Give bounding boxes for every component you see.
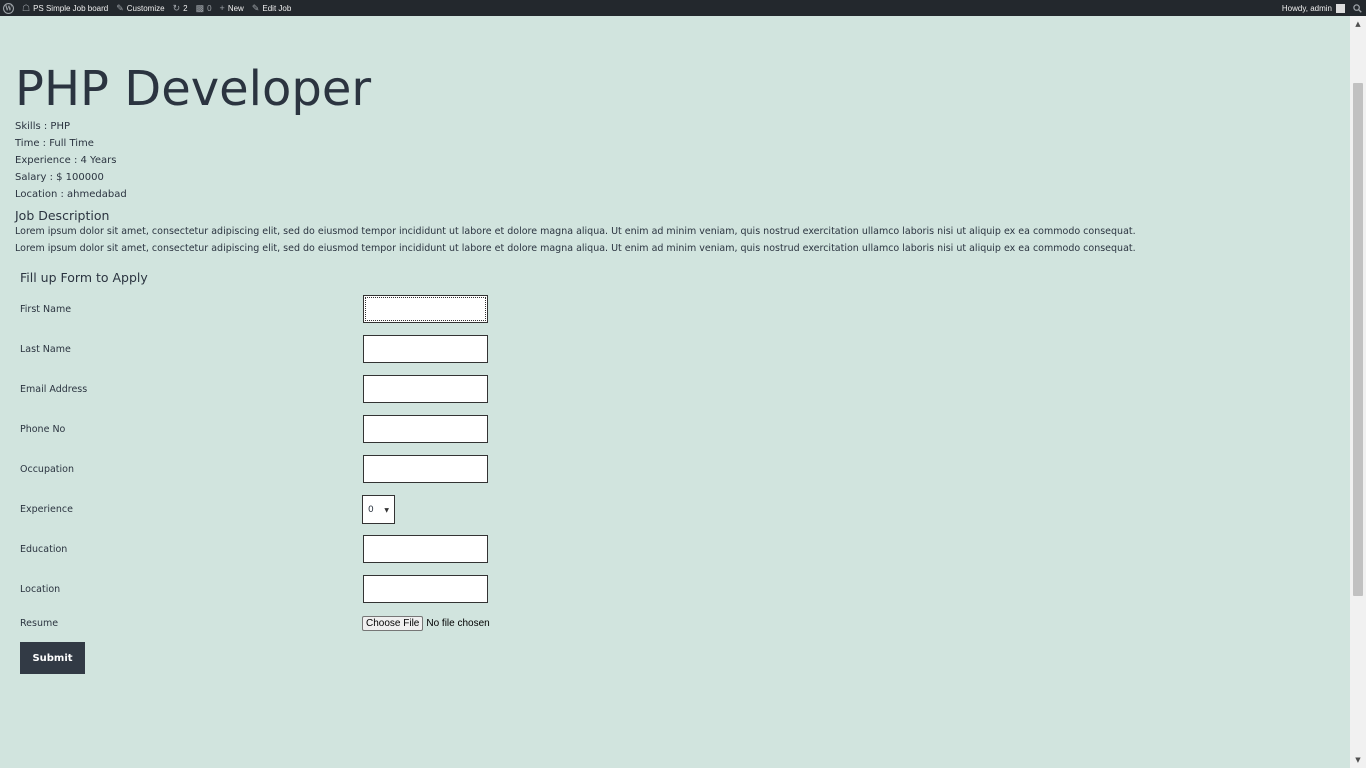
edit-job-label: Edit Job (262, 3, 292, 13)
scrollbar-thumb[interactable] (1353, 83, 1363, 596)
job-location: Location : ahmedabad (15, 189, 127, 200)
brush-icon: ✎ (116, 3, 124, 13)
job-time: Time : Full Time (15, 138, 94, 149)
comments-count: 0 (207, 3, 212, 13)
education-input[interactable] (363, 535, 488, 563)
choose-file-button[interactable]: Choose File (362, 616, 424, 631)
occupation-input[interactable] (363, 455, 488, 483)
svg-text:W: W (4, 5, 12, 12)
email-input[interactable] (363, 375, 488, 403)
home-icon: ☖ (22, 3, 31, 13)
occupation-label: Occupation (20, 464, 74, 475)
admin-search[interactable] (1349, 0, 1366, 16)
first-name-label: First Name (20, 304, 72, 315)
site-name-link[interactable]: ☖ PS Simple Job board (18, 0, 112, 16)
job-salary: Salary : $ 100000 (15, 172, 104, 183)
search-icon (1353, 3, 1362, 13)
resume-file-input: Choose File No file chosen (362, 616, 490, 631)
edit-job-link[interactable]: ✎ Edit Job (248, 0, 295, 16)
admin-bar: W ☖ PS Simple Job board ✎ Customize ↻ 2 … (0, 0, 1366, 16)
new-content-link[interactable]: + New (216, 0, 248, 16)
comment-icon: ▩ (195, 3, 205, 13)
refresh-icon: ↻ (172, 3, 181, 13)
chevron-down-icon: ▼ (384, 507, 389, 514)
phone-input[interactable] (363, 415, 488, 443)
email-label: Email Address (20, 384, 88, 395)
wordpress-icon: W (3, 2, 14, 14)
customize-label: Customize (126, 3, 165, 13)
scroll-up-arrow-icon[interactable]: ▲ (1350, 16, 1366, 32)
location-label: Location (20, 584, 61, 595)
job-description-line: Lorem ipsum dolor sit amet, consectetur … (15, 243, 1136, 254)
comments-link[interactable]: ▩ 0 (192, 0, 216, 16)
pencil-icon: ✎ (251, 3, 260, 13)
file-status: No file chosen (426, 618, 490, 629)
resume-label: Resume (20, 618, 59, 629)
form-heading: Fill up Form to Apply (20, 270, 148, 285)
wordpress-logo-menu[interactable]: W (0, 0, 18, 16)
howdy-label: Howdy, admin (1281, 3, 1332, 13)
customize-link[interactable]: ✎ Customize (112, 0, 168, 16)
new-label: New (227, 3, 244, 13)
page-scrollbar[interactable]: ▲ ▼ (1350, 16, 1366, 768)
site-name-label: PS Simple Job board (33, 3, 109, 13)
scroll-down-arrow-icon[interactable]: ▼ (1350, 752, 1366, 768)
job-description-line: Lorem ipsum dolor sit amet, consectetur … (15, 226, 1136, 237)
experience-select[interactable]: 0 ▼ (362, 495, 395, 524)
submit-button[interactable]: Submit (20, 642, 85, 674)
last-name-input[interactable] (363, 335, 488, 363)
first-name-input[interactable] (363, 295, 488, 323)
experience-label: Experience (20, 504, 73, 515)
job-experience: Experience : 4 Years (15, 155, 117, 166)
job-skills: Skills : PHP (15, 121, 70, 132)
location-input[interactable] (363, 575, 488, 603)
job-description-heading: Job Description (15, 208, 110, 223)
updates-count: 2 (183, 3, 188, 13)
account-menu[interactable]: Howdy, admin (1278, 0, 1349, 16)
avatar (1336, 3, 1345, 13)
page-title: PHP Developer (15, 61, 372, 117)
updates-link[interactable]: ↻ 2 (169, 0, 192, 16)
plus-icon: + (219, 3, 225, 13)
last-name-label: Last Name (20, 344, 71, 355)
experience-selected-value: 0 (368, 504, 374, 515)
education-label: Education (20, 544, 68, 555)
phone-label: Phone No (20, 424, 66, 435)
